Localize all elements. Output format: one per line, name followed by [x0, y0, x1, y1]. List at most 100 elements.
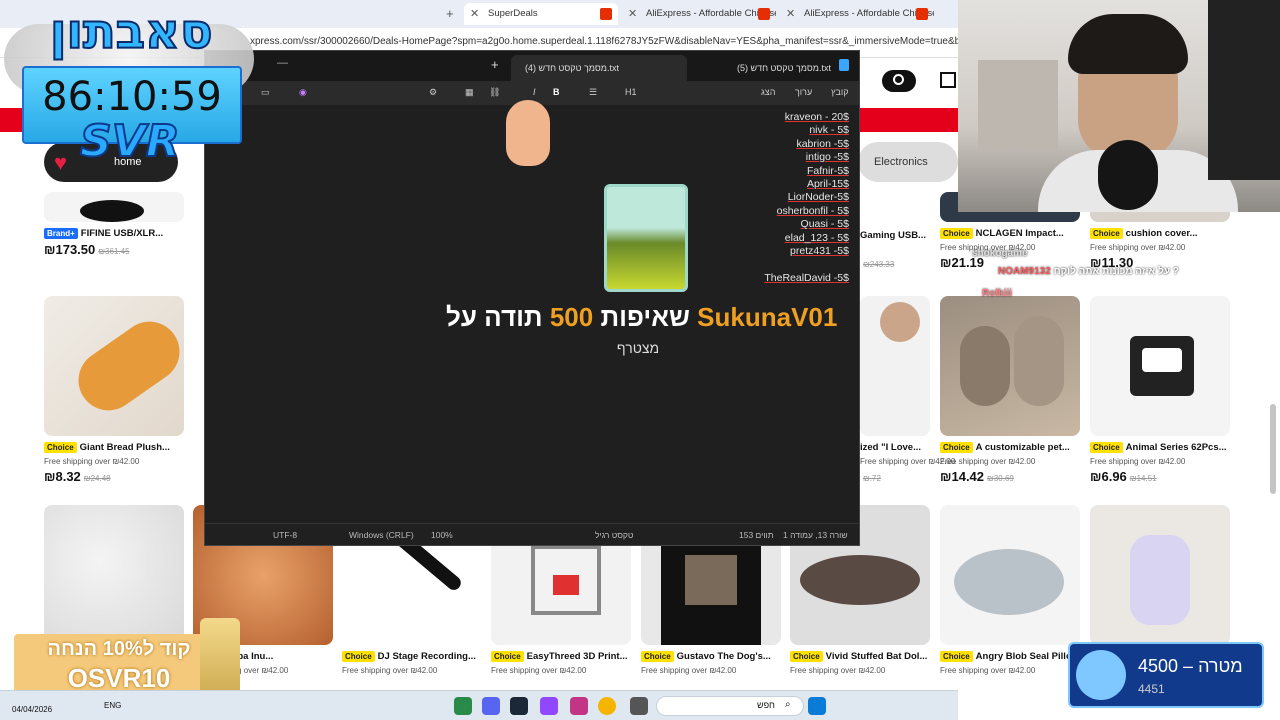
category-pill-electronics[interactable]: Electronics [858, 142, 958, 182]
discord-icon[interactable] [482, 697, 500, 715]
heart-icon: ♥ [54, 150, 68, 175]
copilot-icon[interactable]: ◉ [299, 87, 307, 98]
product-card[interactable]: Gaming USB... ₪243.33 [860, 228, 940, 270]
tab-label: SuperDeals [488, 8, 538, 19]
notepad-tab-4[interactable]: מסמך טקסט חדש (4).txt [511, 55, 687, 81]
product-title[interactable]: Angry Blob Seal Pillo... [976, 651, 1080, 662]
product-title[interactable]: Giant Bread Plush... [80, 442, 170, 453]
browser-tab-aliexpress-2[interactable]: ✕ AliExpress - Affordable Chinese [780, 3, 934, 25]
search-button[interactable] [882, 70, 916, 92]
heading-dropdown[interactable]: H1 [625, 87, 637, 97]
product-title[interactable]: Vivid Stuffed Bat Dol... [826, 651, 928, 662]
close-icon[interactable]: ✕ [786, 3, 795, 25]
product-image[interactable] [940, 296, 1080, 436]
status-encoding[interactable]: UTF-8 [273, 530, 297, 540]
menu-file[interactable]: קובץ [831, 87, 849, 97]
choice-badge: Choice [940, 442, 973, 453]
tab-label: AliExpress - Affordable Chinese [804, 8, 934, 19]
qr-code-icon[interactable] [940, 72, 956, 88]
product-title[interactable]: Animal Series 62Pcs... [1126, 442, 1227, 453]
status-format[interactable]: טקסט רגיל [595, 530, 633, 540]
notepad-tab-5[interactable]: מסמך טקסט חדש (5).txt [723, 55, 833, 81]
product-title[interactable]: A customizable pet... [976, 442, 1070, 453]
windows-taskbar: 04/04/2026 ENG חפש ⌕ [0, 690, 958, 720]
table-icon[interactable]: ▦ [465, 87, 474, 98]
product-title[interactable]: DJ Stage Recording... [378, 651, 476, 662]
product-title[interactable]: ized "I Love... [860, 442, 940, 453]
shipping-text: Free shipping over ₪42.00 [641, 666, 737, 675]
browser-tab-superdeals[interactable]: ✕ SuperDeals [464, 3, 618, 25]
format-icon[interactable]: ⚙ [429, 87, 437, 98]
twitch-icon[interactable] [540, 697, 558, 715]
new-tab-button[interactable]: + [446, 6, 454, 21]
goal-progress: 4500 – מטרה [1138, 656, 1243, 676]
notepad-line-text: intigo -5$ [805, 151, 849, 164]
excel-icon[interactable] [454, 697, 472, 715]
list-icon[interactable]: ☰ [589, 87, 597, 98]
product-image[interactable] [44, 192, 184, 222]
notepad-text-area[interactable]: kraveon - 20$ nivk - 5$ kabrion -5$ intigo … [764, 111, 849, 285]
product-image[interactable] [940, 505, 1080, 645]
chrome-icon[interactable] [598, 697, 616, 715]
product-price: ₪8.32 [44, 469, 81, 484]
page-scrollbar[interactable] [1270, 404, 1276, 494]
link-icon[interactable]: ⛓ [489, 87, 500, 98]
product-title[interactable]: Gaming USB... [860, 230, 940, 241]
product-card[interactable]: Choice Animal Series 62Pcs... Free shippi… [1090, 296, 1230, 484]
shipping-text: Free shipping over ₪42.00 [1090, 457, 1186, 466]
chat-overlay: shokogame NOAM9132 על איזה מכונות אתה לו… [962, 212, 1280, 302]
old-price: ₪24.48 [83, 474, 111, 483]
close-icon[interactable]: ✕ [628, 3, 637, 25]
product-card[interactable]: Brand+ FIFINE USB/XLR... ₪173.50 ₪361.45 [44, 192, 184, 257]
webcam-feed [958, 0, 1280, 212]
tab-label: מסמך טקסט חדש (4).txt [525, 63, 619, 73]
notepad-line: kraveon - 20$ [764, 111, 849, 124]
old-price: ₪14.51 [1129, 474, 1157, 483]
product-card[interactable]: Choice Giant Bread Plush... Free shipping… [44, 296, 184, 484]
minimize-icon[interactable]: — [277, 57, 288, 69]
product-card[interactable]: Choice A customizable pet... Free shippin… [940, 296, 1080, 484]
notepad-line-text: kraveon - 20$ [784, 111, 849, 123]
notepad-status-bar: שורה 13, עמודה 1 153 תווים טקסט רגיל 100… [205, 523, 859, 545]
notepad-line: elad_123 - 5$ [764, 232, 849, 245]
bold-icon[interactable]: B [553, 87, 560, 97]
product-card[interactable] [1090, 505, 1230, 645]
browser-tab-aliexpress-1[interactable]: ✕ AliExpress - Affordable Chinese [622, 3, 776, 25]
product-card[interactable]: ized "I Love... Free shipping over ₪42.0… [860, 296, 955, 484]
new-tab-button[interactable]: + [491, 57, 499, 72]
goal-overlay: 4500 – מטרה 4451 [1068, 642, 1264, 708]
instagram-icon[interactable] [570, 697, 588, 715]
product-card[interactable]: Choice Angry Blob Seal Pillo... Free ship… [940, 505, 1080, 675]
status-eol[interactable]: Windows (CRLF) [349, 530, 414, 540]
product-image[interactable] [1090, 505, 1230, 645]
choice-badge: Choice [790, 651, 823, 662]
windows-start-icon[interactable] [808, 697, 826, 715]
menu-view[interactable]: הצג [761, 87, 775, 97]
close-icon[interactable]: ✕ [470, 3, 479, 25]
product-card[interactable] [44, 505, 184, 645]
goal-current: 4451 [1138, 682, 1165, 696]
chat-username: shokogame [972, 248, 1028, 259]
product-image[interactable] [44, 296, 184, 436]
italic-icon[interactable]: I [533, 87, 536, 97]
notepad-line-text: Fafnir-5$ [806, 164, 849, 177]
product-image[interactable] [860, 296, 930, 436]
aliexpress-icon [916, 8, 928, 20]
product-title[interactable]: Brand+ FIFINE USB/XLR... [44, 228, 184, 239]
product-title[interactable]: Gustavo The Dog's... [677, 651, 771, 662]
status-position: שורה 13, עמודה 1 [783, 530, 848, 540]
status-zoom[interactable]: 100% [431, 530, 453, 540]
product-image[interactable] [44, 505, 184, 645]
product-image[interactable] [1090, 296, 1230, 436]
url-text[interactable]: xpress.com/ssr/300002660/Deals-HomePage?… [250, 36, 958, 47]
product-title[interactable]: EasyThreed 3D Print... [527, 651, 628, 662]
shipping-text: Free shipping over ₪42.00 [940, 457, 1036, 466]
steam-icon[interactable] [510, 697, 528, 715]
taskbar-language[interactable]: ENG [104, 701, 121, 710]
task-view-icon[interactable] [630, 697, 648, 715]
taskbar-search[interactable]: חפש ⌕ [656, 696, 804, 716]
menu-edit[interactable]: ערוך [795, 87, 812, 97]
alert-text-post: שאיפות [600, 302, 690, 332]
sidebar-icon[interactable]: ▭ [261, 87, 270, 98]
taskbar-date[interactable]: 04/04/2026 [12, 705, 52, 714]
